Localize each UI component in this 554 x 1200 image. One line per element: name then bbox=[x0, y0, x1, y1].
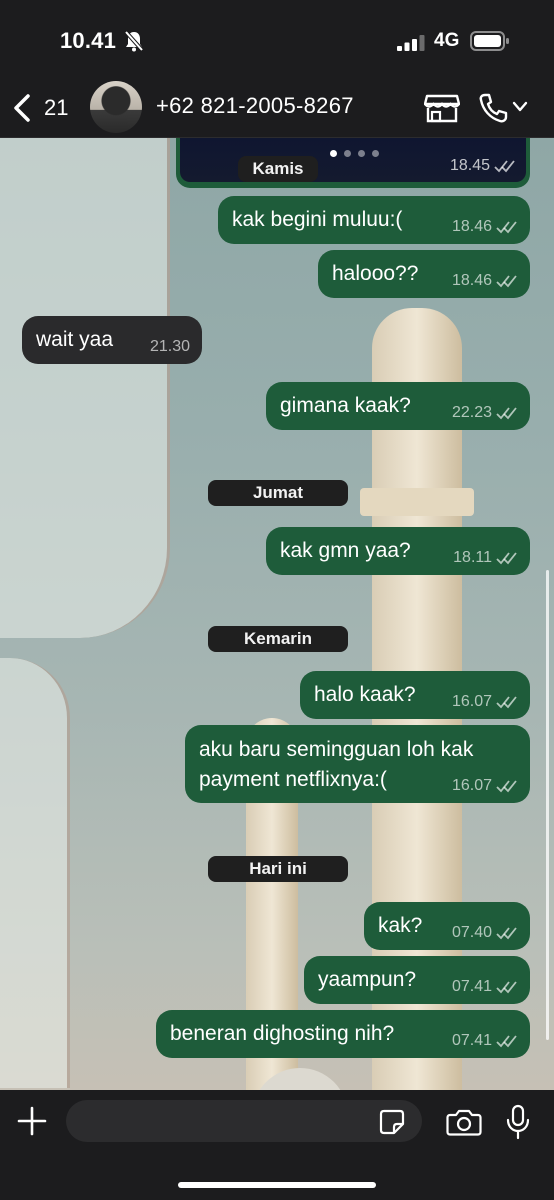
message-time: 16.07 bbox=[451, 777, 492, 794]
message-meta: 07.41 bbox=[452, 978, 518, 996]
store-icon[interactable] bbox=[424, 92, 460, 124]
message-meta: 21.30 bbox=[150, 338, 190, 356]
message-meta: 16.07 bbox=[452, 693, 518, 711]
status-time: 10.41 bbox=[60, 28, 117, 53]
camera-icon[interactable] bbox=[446, 1107, 482, 1137]
chat-header: 21 +62 821-2005-8267 bbox=[0, 78, 554, 138]
mic-icon[interactable] bbox=[505, 1104, 531, 1140]
message-time: 07.41 bbox=[451, 1032, 492, 1049]
double-check-icon bbox=[496, 221, 517, 234]
message-bubble[interactable]: halooo?? 18.46 bbox=[318, 250, 530, 298]
media-time: 18.45 bbox=[450, 157, 516, 175]
message-bubble[interactable]: beneran dighosting nih? 07.41 bbox=[156, 1010, 530, 1058]
message-text: gimana kaak? bbox=[280, 394, 411, 417]
chevron-left-icon[interactable] bbox=[10, 93, 34, 123]
message-text: beneran dighosting nih? bbox=[170, 1022, 395, 1045]
message-bubble[interactable]: kak begini muluu:( 18.46 bbox=[218, 196, 530, 244]
wallpaper-canopy bbox=[0, 658, 70, 1088]
message-text: kak? bbox=[378, 914, 423, 937]
sticker-icon[interactable] bbox=[378, 1108, 406, 1136]
message-time: 18.46 bbox=[451, 218, 492, 235]
date-chip: Jumat bbox=[208, 480, 348, 506]
message-text: aku baru semingguan loh kak payment netf… bbox=[199, 738, 474, 791]
message-meta: 07.40 bbox=[452, 924, 518, 942]
message-bubble[interactable]: yaampun? 07.41 bbox=[304, 956, 530, 1004]
double-check-icon bbox=[494, 160, 515, 173]
double-check-icon bbox=[496, 981, 517, 994]
message-text: wait yaa bbox=[36, 328, 114, 351]
composer-bar bbox=[0, 1090, 554, 1200]
message-meta: 07.41 bbox=[452, 1032, 518, 1050]
message-meta: 22.23 bbox=[452, 404, 518, 422]
chat-scrollbar[interactable] bbox=[546, 570, 549, 1040]
message-meta: 18.46 bbox=[452, 218, 518, 236]
message-time: 18.11 bbox=[453, 549, 492, 566]
message-meta: 18.46 bbox=[452, 272, 518, 290]
date-chip: Kemarin bbox=[208, 626, 348, 652]
double-check-icon bbox=[496, 927, 517, 940]
double-check-icon bbox=[496, 696, 517, 709]
message-meta: 18.11 bbox=[453, 549, 518, 567]
double-check-icon bbox=[496, 780, 517, 793]
unread-count[interactable]: 21 bbox=[44, 95, 68, 121]
plus-icon[interactable] bbox=[16, 1105, 48, 1137]
double-check-icon bbox=[496, 275, 517, 288]
message-bubble[interactable]: halo kaak? 16.07 bbox=[300, 671, 530, 719]
avatar[interactable] bbox=[90, 81, 142, 133]
message-text: kak begini muluu:( bbox=[232, 208, 403, 231]
phone-icon[interactable] bbox=[478, 92, 508, 124]
message-time: 22.23 bbox=[451, 404, 492, 421]
double-check-icon bbox=[496, 407, 517, 420]
bell-off-icon bbox=[124, 30, 144, 52]
battery-icon bbox=[470, 31, 509, 51]
home-indicator[interactable] bbox=[178, 1182, 376, 1188]
message-text: halooo?? bbox=[332, 262, 419, 285]
media-preview[interactable]: 18.45 bbox=[180, 138, 526, 182]
message-text: halo kaak? bbox=[314, 683, 416, 706]
network-label: 4G bbox=[434, 30, 460, 51]
message-bubble[interactable]: gimana kaak? 22.23 bbox=[266, 382, 530, 430]
date-chip: Hari ini bbox=[208, 856, 348, 882]
message-bubble[interactable]: aku baru semingguan loh kak payment netf… bbox=[185, 725, 530, 803]
signal-icon bbox=[397, 35, 425, 51]
message-time: 18.46 bbox=[451, 272, 492, 289]
message-bubble[interactable]: wait yaa 21.30 bbox=[22, 316, 202, 364]
message-bubble[interactable]: kak? 07.40 bbox=[364, 902, 530, 950]
chevron-down-icon[interactable] bbox=[512, 100, 528, 114]
media-page-dots bbox=[330, 150, 379, 157]
media-message[interactable]: 18.45 bbox=[176, 138, 530, 188]
status-bar: 10.41 4G bbox=[0, 0, 554, 78]
message-time: 07.40 bbox=[451, 924, 492, 941]
contact-name[interactable]: +62 821-2005-8267 bbox=[156, 93, 354, 119]
message-meta: 16.07 bbox=[452, 777, 518, 795]
double-check-icon bbox=[496, 1035, 517, 1048]
message-time: 16.07 bbox=[451, 693, 492, 710]
date-chip: Kamis bbox=[238, 156, 318, 182]
wallpaper-canopy bbox=[0, 138, 170, 638]
message-time: 21.30 bbox=[149, 338, 190, 355]
message-input[interactable] bbox=[66, 1100, 422, 1142]
message-bubble[interactable]: kak gmn yaa? 18.11 bbox=[266, 527, 530, 575]
message-text: yaampun? bbox=[318, 968, 417, 991]
double-check-icon bbox=[496, 552, 517, 565]
message-text: kak gmn yaa? bbox=[280, 539, 411, 562]
message-time: 07.41 bbox=[451, 978, 492, 995]
